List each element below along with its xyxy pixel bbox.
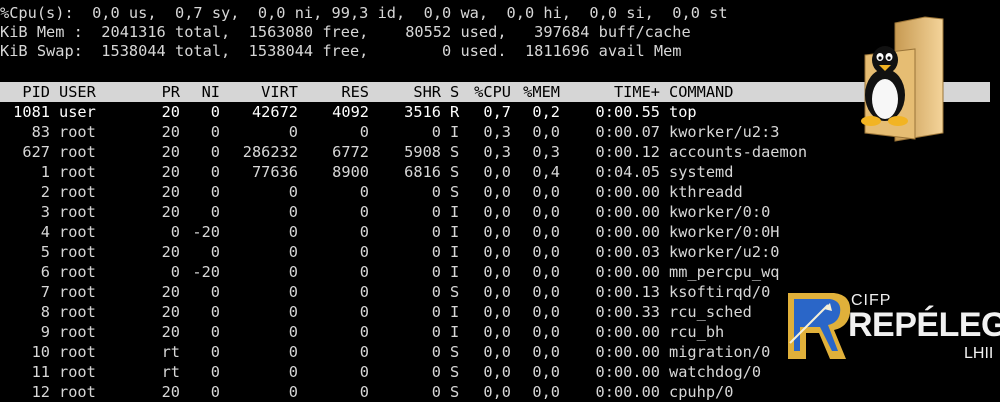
- cell-command: mm_percpu_wq: [669, 263, 780, 281]
- swap-summary: KiB Swap: 1538044 total, 1538044 free, 0…: [0, 42, 682, 60]
- cell-command: cpuhp/0: [669, 383, 734, 401]
- cell-pid: 1: [40, 163, 50, 181]
- column-header-pid: PID: [22, 83, 50, 101]
- column-header-command: COMMAND: [669, 83, 734, 101]
- cell-pid: 9: [40, 323, 50, 341]
- table-row[interactable]: 2 root 20 0 0 0 0 S 0,0 0,0 0:00.00 kthreadd: [0, 182, 1000, 202]
- cell-time: 0:00.00: [595, 263, 660, 281]
- cell-pid: 8: [40, 303, 50, 321]
- process-table-header: PID USER PR NI VIRT RES SHR S %CPU %MEM TIME+ COMMA…: [0, 82, 990, 102]
- cell-time: 0:00.00: [595, 343, 660, 361]
- table-row[interactable]: 3 root 20 0 0 0 0 I 0,0 0,0 0:00.00 kworker/0:0: [0, 202, 1000, 222]
- table-row[interactable]: 4 root 0 -20 0 0 0 I 0,0 0,0 0:00.00 kworker/0:0H: [0, 222, 1000, 242]
- table-row[interactable]: 12 root 20 0 0 0 0 S 0,0 0,0 0:00.00 cpuhp/0: [0, 382, 1000, 402]
- cell-pid: 10: [31, 343, 50, 361]
- cell-pid: 11: [31, 363, 50, 381]
- cell-pid: 1081: [13, 103, 50, 121]
- cell-command: kworker/0:0H: [669, 223, 780, 241]
- logo-text-lhii: LHII: [964, 345, 994, 362]
- cell-time: 0:00.33: [595, 303, 660, 321]
- cell-command: kthreadd: [669, 183, 743, 201]
- cell-pid: 12: [31, 383, 50, 401]
- logo-text-repelega: REPÉLEGA: [848, 306, 1000, 344]
- cell-time: 0:00.00: [595, 223, 660, 241]
- cell-time: 0:00.13: [595, 283, 660, 301]
- cell-pid: 3: [40, 203, 50, 221]
- cell-time: 0:00.00: [595, 323, 660, 341]
- cell-command: rcu_sched: [669, 303, 752, 321]
- table-row[interactable]: 627 root 20 0 286232 6772 5908 S 0,3 0,3 0:00.12 ac…: [0, 142, 1000, 162]
- cell-command: top: [669, 103, 697, 121]
- cell-command: kworker/u2:3: [669, 123, 780, 141]
- cell-command: ksoftirqd/0: [669, 283, 771, 301]
- table-row[interactable]: 6 root 0 -20 0 0 0 I 0,0 0,0 0:00.00 mm_percpu_wq: [0, 262, 1000, 282]
- cell-time: 0:00.00: [595, 383, 660, 401]
- mem-summary: KiB Mem : 2041316 total, 1563080 free, 8…: [0, 23, 691, 41]
- table-row[interactable]: 1 root 20 0 77636 8900 6816 S 0,0 0,4 0:04.05 syste…: [0, 162, 1000, 182]
- cell-time: 0:00.03: [595, 243, 660, 261]
- table-row[interactable]: 83 root 20 0 0 0 0 I 0,3 0,0 0:00.07 kworker/u2:3: [0, 122, 1000, 142]
- cell-time: 0:00.00: [595, 203, 660, 221]
- cell-pid: 6: [40, 263, 50, 281]
- cell-pid: 83: [31, 123, 50, 141]
- cell-pid: 7: [40, 283, 50, 301]
- table-row[interactable]: 5 root 20 0 0 0 0 I 0,0 0,0 0:00.03 kworker/u2:0: [0, 242, 1000, 262]
- cell-time: 0:00.55: [595, 103, 660, 121]
- cpu-summary: %Cpu(s): 0,0 us, 0,7 sy, 0,0 ni, 99,3 id…: [0, 4, 728, 22]
- cell-time: 0:00.07: [595, 123, 660, 141]
- cell-time: 0:04.05: [595, 163, 660, 181]
- cell-time: 0:00.12: [595, 143, 660, 161]
- cell-pid: 4: [40, 223, 50, 241]
- cell-pid: 2: [40, 183, 50, 201]
- cell-command: kworker/u2:0: [669, 243, 780, 261]
- linux-folder-icon: [861, 16, 944, 142]
- cell-command: watchdog/0: [669, 363, 762, 381]
- table-row[interactable]: 1081 user 20 0 42672 4092 3516 R 0,7 0,2 0:00.55 to…: [0, 102, 1000, 122]
- cell-pid: 5: [40, 243, 50, 261]
- cell-time: 0:00.00: [595, 183, 660, 201]
- cell-command: kworker/0:0: [669, 203, 771, 221]
- cell-command: rcu_bh: [669, 323, 725, 341]
- cell-command: systemd: [669, 163, 734, 181]
- cell-command: accounts-daemon: [669, 143, 808, 161]
- cell-pid: 627: [22, 143, 50, 161]
- cell-time: 0:00.00: [595, 363, 660, 381]
- column-header-time: TIME+: [613, 83, 660, 101]
- cell-command: migration/0: [669, 343, 771, 361]
